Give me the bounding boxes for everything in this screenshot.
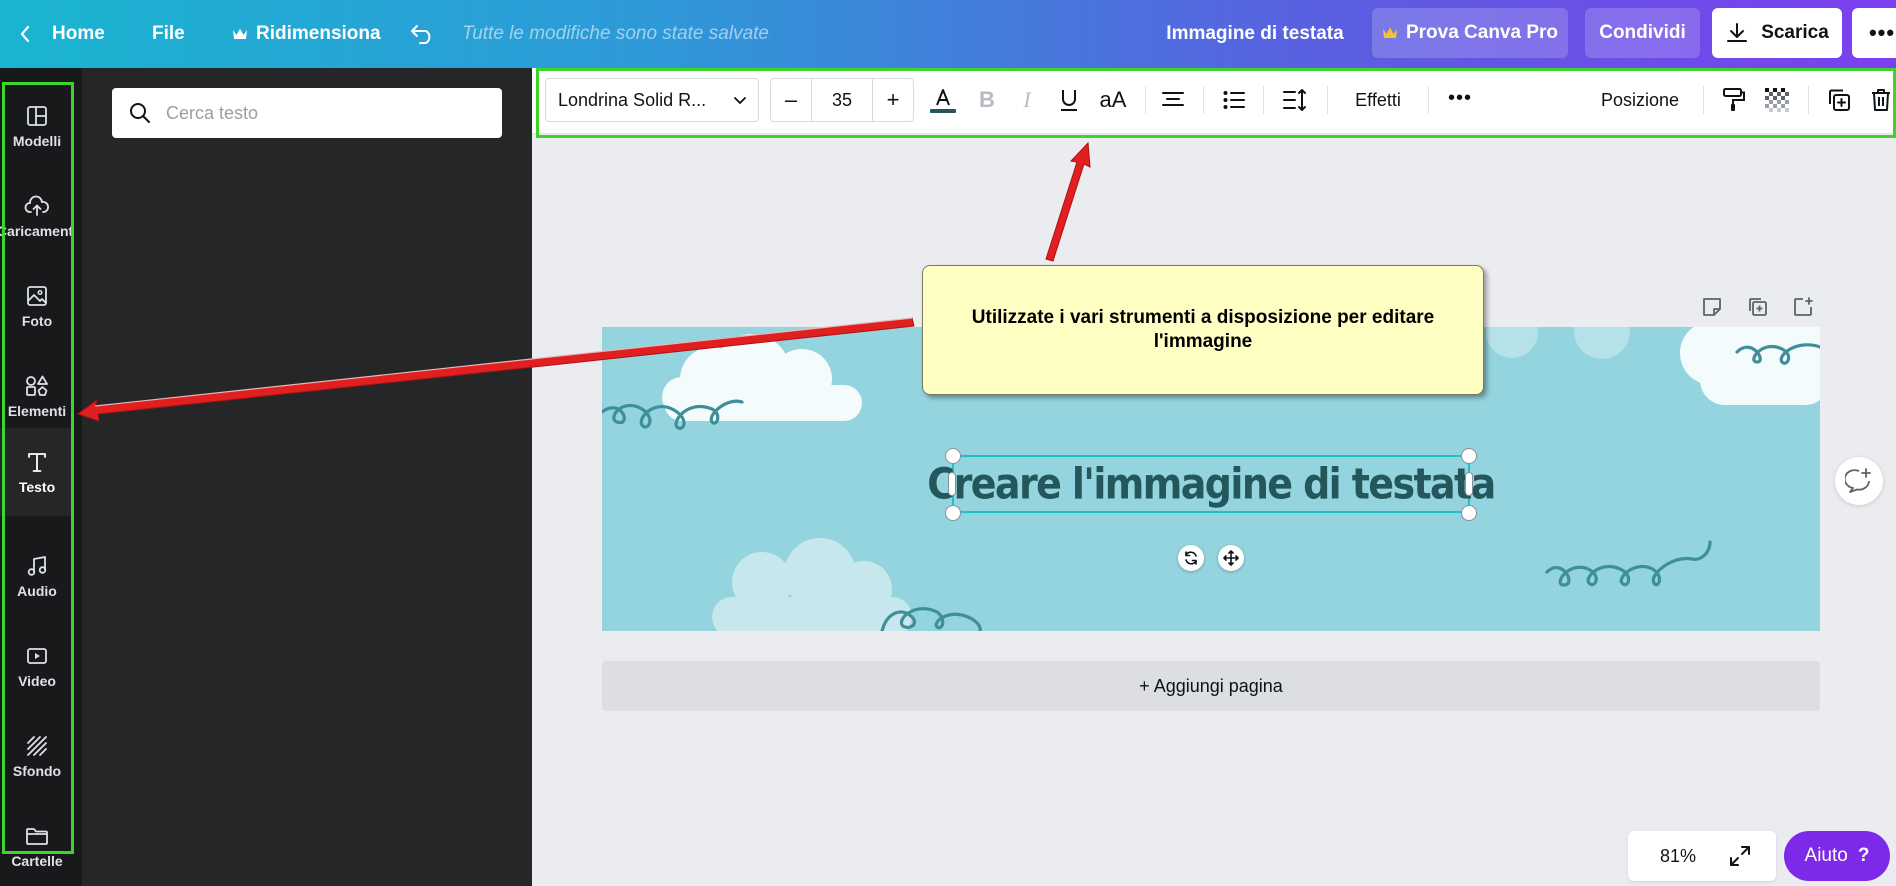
home-button[interactable]: Home: [18, 0, 105, 68]
paint-roller-icon: [1723, 88, 1745, 111]
resize-handle-left[interactable]: [948, 472, 956, 496]
align-center-button[interactable]: [1156, 78, 1190, 122]
resize-handle-bottom-right[interactable]: [1461, 505, 1477, 521]
toolbar-divider: [1263, 86, 1264, 114]
rail-highlight-box: [2, 82, 74, 854]
italic-button[interactable]: I: [1010, 78, 1044, 122]
undo-icon: [411, 25, 431, 44]
sticky-note-icon: [1703, 298, 1721, 316]
text-panel: [82, 68, 532, 886]
undo-button[interactable]: [410, 0, 436, 68]
more-options-button[interactable]: •••: [1852, 8, 1896, 58]
add-page-icon: [1794, 297, 1813, 316]
font-size-decrease-button[interactable]: –: [771, 79, 811, 121]
toolbar-divider: [1703, 86, 1704, 114]
duplicate-page-icon: [1749, 298, 1767, 316]
zoom-control: 81%: [1628, 831, 1776, 881]
effects-button[interactable]: Effetti: [1338, 78, 1418, 122]
rotate-icon: [1185, 551, 1197, 565]
try-canva-pro-button[interactable]: Prova Canva Pro: [1372, 8, 1568, 58]
letter-case-button[interactable]: aA: [1093, 78, 1133, 122]
crown-icon: [233, 28, 247, 39]
move-icon: [1223, 550, 1239, 566]
home-label: Home: [52, 23, 105, 44]
chevron-left-icon: [20, 25, 30, 43]
font-name: Londrina Solid R...: [558, 89, 707, 110]
share-button[interactable]: Condividi: [1585, 8, 1700, 58]
transparency-button[interactable]: [1760, 78, 1794, 122]
download-button[interactable]: Scarica: [1712, 8, 1842, 58]
download-icon: [1727, 23, 1748, 42]
bullet-list-icon: [1223, 91, 1245, 109]
resize-handle-top-right[interactable]: [1461, 448, 1477, 464]
add-page-button[interactable]: + Aggiungi pagina: [602, 661, 1820, 711]
fullscreen-button[interactable]: [1728, 844, 1752, 868]
move-handle[interactable]: [1218, 545, 1244, 571]
spacing-button[interactable]: [1278, 78, 1312, 122]
annotation-callout: Utilizzate i vari strumenti a disposizio…: [922, 265, 1484, 395]
chevron-down-icon: [734, 97, 746, 104]
delete-button[interactable]: [1864, 78, 1896, 122]
document-title[interactable]: Immagine di testata: [1150, 0, 1360, 68]
resize-handle-right[interactable]: [1465, 472, 1473, 496]
position-button[interactable]: Posizione: [1592, 78, 1688, 122]
add-comment-button[interactable]: [1835, 457, 1883, 505]
save-status: Tutte le modifiche sono state salvate: [462, 23, 769, 44]
duplicate-page-button[interactable]: [1743, 292, 1773, 322]
add-page-icon-button[interactable]: [1788, 292, 1818, 322]
text-color-icon: [930, 89, 956, 113]
help-button[interactable]: Aiuto ?: [1784, 831, 1890, 881]
underline-button[interactable]: [1052, 78, 1086, 122]
list-button[interactable]: [1217, 78, 1251, 122]
font-size-increase-button[interactable]: +: [873, 79, 913, 121]
underline-icon: [1061, 90, 1077, 111]
toolbar-divider: [1808, 86, 1809, 114]
rail-label: Cartelle: [11, 852, 63, 869]
line-spacing-icon: [1283, 89, 1306, 111]
font-size-stepper: – 35 +: [770, 78, 914, 122]
expand-icon: [1730, 846, 1750, 866]
align-center-icon: [1162, 92, 1184, 106]
toolbar-divider: [1428, 86, 1429, 114]
more-text-options-button[interactable]: •••: [1440, 76, 1480, 120]
toolbar-divider: [1327, 86, 1328, 114]
crown-icon: [1382, 27, 1397, 38]
duplicate-icon: [1829, 89, 1850, 111]
transparency-icon: [1765, 88, 1789, 112]
help-label: Aiuto: [1804, 845, 1848, 866]
headline-text[interactable]: Creare l'immagine di testata: [927, 452, 1496, 517]
resize-button[interactable]: Ridimensiona: [232, 0, 381, 68]
toolbar-divider: [1203, 86, 1204, 114]
page-notes-button[interactable]: [1697, 292, 1727, 322]
font-family-select[interactable]: Londrina Solid R...: [545, 78, 759, 122]
resize-label: Ridimensiona: [256, 23, 381, 44]
file-menu[interactable]: File: [152, 0, 185, 68]
search-input[interactable]: [166, 102, 486, 124]
download-label: Scarica: [1761, 22, 1829, 43]
try-pro-label: Prova Canva Pro: [1405, 22, 1559, 43]
copy-style-button[interactable]: [1717, 78, 1751, 122]
rotate-handle[interactable]: [1178, 545, 1204, 571]
top-bar: Home File Ridimensiona Tutte le modifich…: [0, 0, 1896, 68]
search-icon: [130, 103, 150, 123]
comment-add-icon: [1845, 468, 1871, 493]
question-icon: ?: [1857, 845, 1870, 866]
toolbar-divider: [1145, 86, 1146, 114]
resize-handle-bottom-left[interactable]: [945, 505, 961, 521]
font-size-value[interactable]: 35: [811, 79, 873, 121]
resize-handle-top-left[interactable]: [945, 448, 961, 464]
text-color-button[interactable]: [926, 78, 960, 122]
search-box[interactable]: [112, 88, 502, 138]
zoom-level[interactable]: 81%: [1628, 846, 1728, 867]
bold-button[interactable]: B: [970, 78, 1004, 122]
trash-icon: [1872, 89, 1890, 111]
duplicate-button[interactable]: [1822, 78, 1856, 122]
